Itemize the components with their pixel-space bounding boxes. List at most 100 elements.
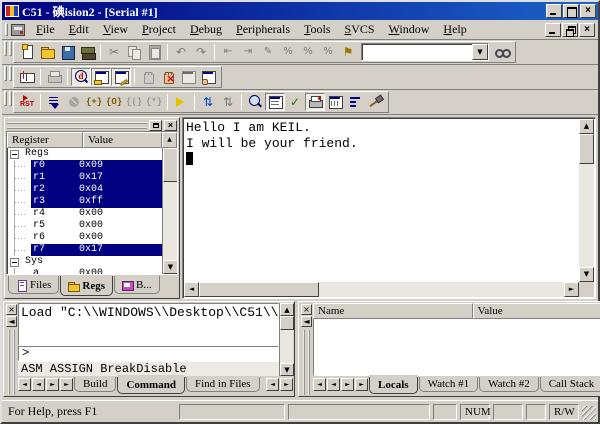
tab-scroll-first-button[interactable]: ◄	[18, 378, 31, 391]
name-column-header[interactable]: Name	[313, 303, 473, 319]
register-row-r1[interactable]: r10x17	[7, 172, 162, 184]
menu-help[interactable]: Help	[436, 20, 473, 39]
breakpoints-window-button[interactable]	[198, 68, 218, 86]
scroll-down-button[interactable]: ▼	[163, 260, 178, 274]
tab-watch2[interactable]: Watch #2	[479, 377, 539, 392]
step-over-button[interactable]: {O}	[104, 93, 124, 111]
value-column-header[interactable]: Value	[473, 303, 600, 319]
tab-scroll-right-button[interactable]: ►	[341, 378, 354, 391]
panel-expand-button[interactable]: ◄	[301, 316, 312, 327]
paste-button[interactable]	[144, 43, 164, 61]
menu-project[interactable]: Project	[135, 20, 183, 39]
panel-drag-gripper[interactable]	[7, 122, 147, 129]
serial-horizontal-scrollbar[interactable]: ◄ ►	[184, 282, 579, 297]
menu-file[interactable]: File	[29, 20, 62, 39]
find-combobox[interactable]: ▼	[361, 43, 489, 61]
run-button[interactable]	[44, 93, 64, 111]
tab-scroll-first-button[interactable]: ◄	[313, 378, 326, 391]
tab-scroll-last-button[interactable]: ►	[355, 378, 368, 391]
tab-regs[interactable]: Regs	[60, 276, 113, 296]
halt-button[interactable]	[64, 93, 84, 111]
run-to-cursor-button[interactable]: {*}	[144, 93, 164, 111]
output-window-toggle[interactable]	[111, 68, 131, 86]
register-row-r5[interactable]: r50x00	[7, 220, 162, 232]
toolbar-gripper[interactable]	[9, 41, 12, 56]
step-out-button[interactable]: {(}	[124, 93, 144, 111]
register-row-r7[interactable]: r70x17	[7, 244, 162, 256]
register-row-a[interactable]: a0x00	[7, 268, 162, 274]
scroll-down-button[interactable]: ▼	[280, 363, 294, 376]
toolbar-gripper[interactable]	[4, 41, 7, 56]
unindent-button[interactable]: ⇤	[218, 43, 238, 61]
menu-peripherals[interactable]: Peripherals	[229, 20, 297, 39]
show-trace-button[interactable]: ⇅	[218, 93, 238, 111]
hscroll-left-button[interactable]: ◄	[266, 378, 279, 391]
resize-grip[interactable]	[582, 406, 596, 420]
new-file-button[interactable]	[17, 43, 37, 61]
copy-button[interactable]	[124, 43, 144, 61]
memory-window-button[interactable]	[325, 93, 345, 111]
register-row-r4[interactable]: r40x00	[7, 208, 162, 220]
maximize-button[interactable]	[563, 4, 579, 18]
panel-close-button[interactable]: ×	[301, 304, 312, 315]
tab-call-stack[interactable]: Call Stack	[540, 377, 600, 392]
menu-tools[interactable]: Tools	[297, 20, 338, 39]
print-button[interactable]	[44, 68, 64, 86]
hscroll-right-button[interactable]: ►	[280, 378, 293, 391]
disable-breakpoint-button[interactable]	[178, 68, 198, 86]
toggle-breakpoint-button[interactable]	[138, 68, 158, 86]
panel-float-button[interactable]	[149, 120, 162, 131]
help-button[interactable]	[17, 68, 37, 86]
scroll-down-button[interactable]: ▼	[579, 267, 594, 282]
tab-books[interactable]: B...	[114, 276, 160, 294]
device-database-button[interactable]	[77, 43, 97, 61]
menu-edit[interactable]: Edit	[62, 20, 96, 39]
serial-vertical-scrollbar[interactable]: ▲ ▼	[579, 119, 594, 282]
menu-svcs[interactable]: SVCS	[338, 20, 382, 39]
register-row-r0[interactable]: r00x09	[7, 160, 162, 172]
serial-window-button[interactable]	[305, 93, 325, 111]
menubar-gripper[interactable]	[5, 23, 8, 36]
comment-block-button[interactable]: %	[318, 43, 338, 61]
close-button[interactable]: ×	[580, 4, 596, 18]
register-row-r6[interactable]: r60x00	[7, 232, 162, 244]
tab-find-in-files[interactable]: Find in Files	[186, 377, 260, 392]
value-column-header[interactable]: Value	[83, 132, 162, 148]
performance-analyzer-button[interactable]	[345, 93, 365, 111]
toolbar-gripper[interactable]	[9, 91, 12, 106]
scrollbar-thumb[interactable]	[199, 282, 319, 297]
panel-close-button[interactable]: ×	[164, 120, 177, 131]
comment-button[interactable]: %	[278, 43, 298, 61]
redo-button[interactable]: ↷	[191, 43, 211, 61]
show-next-statement-button[interactable]	[171, 93, 191, 111]
open-file-button[interactable]	[37, 43, 57, 61]
tree-group-regs[interactable]: Regs	[7, 148, 162, 160]
step-into-button[interactable]: {+}	[84, 93, 104, 111]
save-button[interactable]	[57, 43, 77, 61]
mdi-restore-button[interactable]	[562, 23, 578, 37]
serial-window-system-icon[interactable]	[11, 24, 25, 36]
cut-button[interactable]: ✂	[104, 43, 124, 61]
toolbar-gripper[interactable]	[9, 66, 12, 81]
uncomment-button[interactable]: %	[298, 43, 318, 61]
command-input-line[interactable]: >	[18, 346, 279, 361]
tab-scroll-right-button[interactable]: ►	[46, 378, 59, 391]
scroll-up-button[interactable]: ▲	[579, 119, 594, 134]
tab-watch1[interactable]: Watch #1	[419, 377, 479, 392]
undo-button[interactable]: ↶	[171, 43, 191, 61]
scroll-up-button[interactable]: ▲	[280, 303, 294, 316]
register-row-r2[interactable]: r20x04	[7, 184, 162, 196]
edit-pen-button[interactable]: ✎	[258, 43, 278, 61]
scroll-right-button[interactable]: ►	[564, 282, 579, 297]
toolbar-gripper[interactable]	[4, 91, 7, 106]
tools-button[interactable]	[365, 93, 385, 111]
watch-window-button[interactable]	[265, 93, 285, 111]
project-window-toggle[interactable]	[91, 68, 111, 86]
disassembly-window-button[interactable]	[245, 93, 265, 111]
scroll-up-button[interactable]: ▲	[162, 132, 177, 148]
menu-debug[interactable]: Debug	[183, 20, 229, 39]
tab-files[interactable]: Files	[8, 276, 59, 294]
tree-group-sys[interactable]: Sys	[7, 256, 162, 268]
register-scrollbar[interactable]: ▼	[162, 148, 177, 274]
start-stop-debug-button[interactable]	[71, 68, 91, 86]
